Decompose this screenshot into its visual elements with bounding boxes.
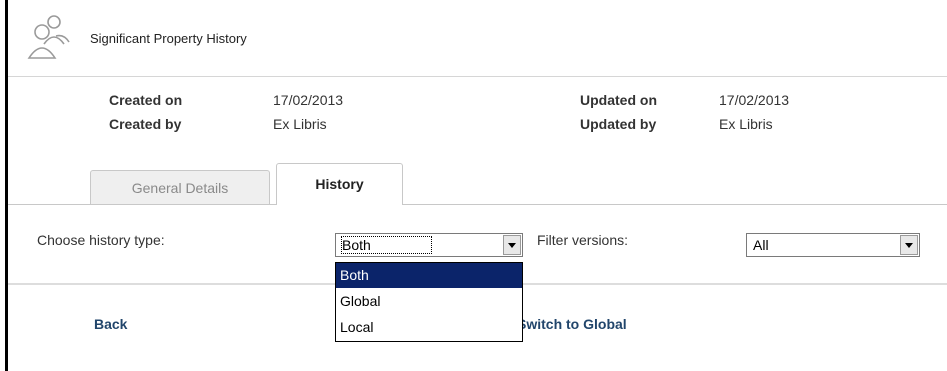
history-type-label: Choose history type: [37,232,165,248]
history-type-select[interactable]: Both [335,233,523,257]
page-title: Significant Property History [90,31,247,46]
updated-by-label: Updated by [580,116,657,132]
dropdown-option-global[interactable]: Global [336,289,522,314]
tab-general-details[interactable]: General Details [90,170,270,204]
filter-versions-selected-value: All [753,237,769,253]
updated-on-label: Updated on [580,92,657,108]
created-by-value: Ex Libris [273,116,327,132]
filter-versions-select[interactable]: All [746,233,920,257]
tab-divider [8,204,947,205]
chevron-down-icon[interactable] [900,235,918,255]
created-on-label: Created on [109,92,183,108]
back-link[interactable]: Back [94,316,127,332]
created-by-label: Created by [109,116,182,132]
users-group-icon [22,10,78,66]
filter-versions-label: Filter versions: [537,232,629,248]
dropdown-option-local[interactable]: Local [336,315,522,340]
history-type-selected-value: Both [341,236,432,254]
switch-to-global-link[interactable]: Switch to Global [517,316,627,332]
updated-on-value: 17/02/2013 [719,92,790,108]
page-header: Significant Property History [8,0,947,77]
chevron-down-icon[interactable] [503,235,521,255]
tab-history[interactable]: History [276,163,403,205]
created-on-value: 17/02/2013 [273,92,344,108]
history-type-dropdown-list[interactable]: Both Global Local [335,262,523,342]
updated-by-value: Ex Libris [719,116,773,132]
dropdown-option-both[interactable]: Both [336,263,522,288]
